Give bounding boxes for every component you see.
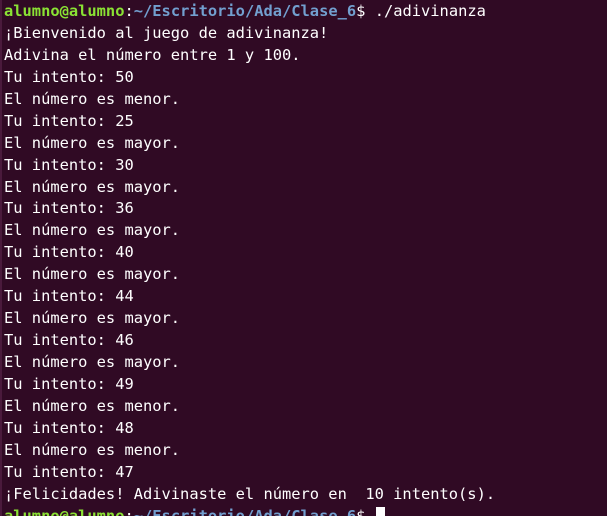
prompt-dollar: $ bbox=[356, 2, 375, 20]
output-line: Tu intento: 48 bbox=[4, 418, 134, 437]
output-line: Tu intento: 30 bbox=[4, 155, 134, 174]
output-line: ¡Felicidades! Adivinaste el número en 10… bbox=[4, 484, 496, 503]
prompt-path: ~/Escritorio/Ada/Clase_6 bbox=[133, 2, 357, 20]
output-line: El número es mayor. bbox=[4, 177, 181, 196]
output-line: El número es menor. bbox=[4, 89, 181, 108]
output-line: El número es menor. bbox=[4, 396, 181, 415]
prompt-colon: : bbox=[124, 2, 134, 20]
prompt-user-host: alumno@alumno bbox=[4, 2, 125, 20]
output-line: El número es mayor. bbox=[4, 221, 181, 240]
output-line: Adivina el número entre 1 y 100. bbox=[4, 45, 301, 64]
prompt-path: ~/Escritorio/Ada/Clase_6 bbox=[133, 506, 357, 516]
prompt-dollar: $ bbox=[356, 506, 375, 516]
prompt-user-host: alumno@alumno bbox=[4, 506, 125, 516]
output-line: El número es menor. bbox=[4, 440, 181, 459]
command-text: ./adivinanza bbox=[374, 2, 486, 20]
output-line: ¡Bienvenido al juego de adivinanza! bbox=[4, 23, 329, 42]
window-edge bbox=[0, 0, 2, 516]
output-line: Tu intento: 49 bbox=[4, 374, 134, 393]
output-line: El número es mayor. bbox=[4, 309, 181, 328]
output-line: Tu intento: 25 bbox=[4, 111, 134, 130]
output-line: Tu intento: 44 bbox=[4, 287, 134, 306]
block-cursor-icon[interactable] bbox=[375, 506, 385, 516]
output-line: Tu intento: 47 bbox=[4, 462, 134, 481]
terminal-output: alumno@alumno:~/Escritorio/Ada/Clase_6$ … bbox=[4, 1, 604, 516]
output-line: Tu intento: 46 bbox=[4, 331, 134, 350]
output-line: Tu intento: 36 bbox=[4, 199, 134, 218]
output-line: El número es mayor. bbox=[4, 133, 181, 152]
output-line: Tu intento: 40 bbox=[4, 243, 134, 262]
command-line: alumno@alumno:~/Escritorio/Ada/Clase_6$ … bbox=[4, 1, 604, 23]
output-line: Tu intento: 50 bbox=[4, 67, 134, 86]
output-line: El número es mayor. bbox=[4, 353, 181, 371]
final-prompt-line[interactable]: alumno@alumno:~/Escritorio/Ada/Clase_6$ bbox=[4, 506, 604, 516]
prompt-colon: : bbox=[124, 506, 134, 516]
output-line: El número es mayor. bbox=[4, 265, 181, 284]
terminal-window[interactable]: alumno@alumno:~/Escritorio/Ada/Clase_6$ … bbox=[0, 0, 607, 516]
